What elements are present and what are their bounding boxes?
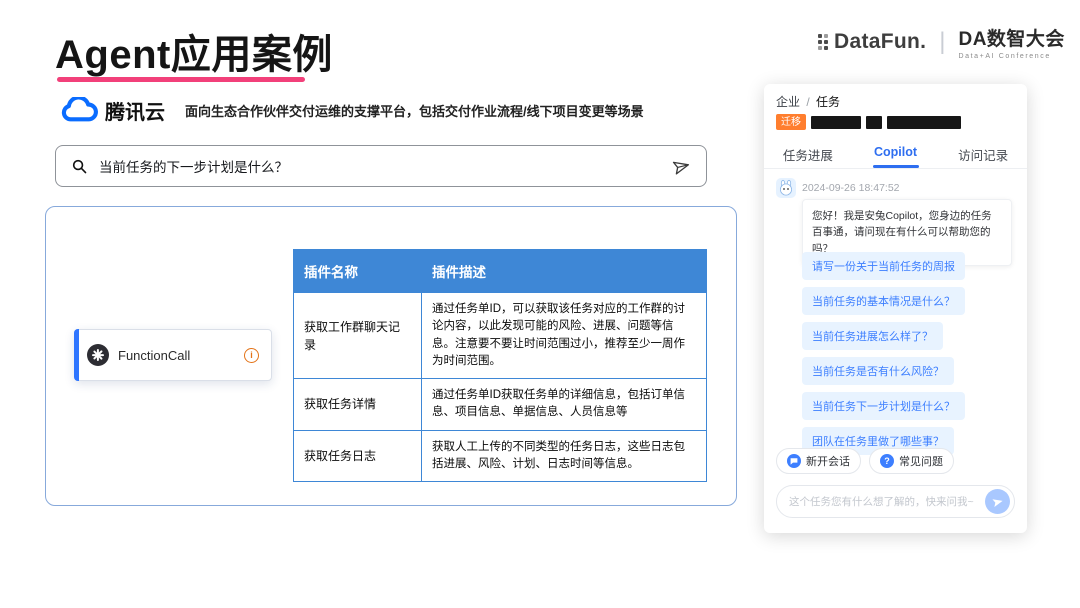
chat-input-row: [776, 485, 1015, 518]
tab-task-progress[interactable]: 任务进展: [764, 139, 852, 170]
redacted-task-title: [866, 116, 882, 129]
task-title-row: 迁移: [776, 114, 961, 130]
chat-input[interactable]: [789, 496, 985, 508]
copilot-avatar: [776, 178, 796, 198]
suggestion-item[interactable]: 当前任务进展怎么样了？: [802, 322, 943, 350]
chat-bubble-icon: [787, 454, 801, 468]
tab-access-log[interactable]: 访问记录: [939, 139, 1027, 170]
redacted-task-title: [811, 116, 861, 129]
faq-label: 常见问题: [899, 453, 943, 469]
plugin-name-cell: 获取任务日志: [294, 430, 422, 482]
function-call-label: FunctionCall: [118, 348, 190, 363]
datafun-logo-text: DataFun.: [834, 30, 926, 54]
logo-divider: |: [939, 28, 945, 56]
redacted-task-title: [887, 116, 961, 129]
search-bar: [55, 145, 707, 187]
datafun-logo: DataFun.: [818, 30, 926, 54]
breadcrumb-current: 任务: [816, 95, 840, 109]
tencent-cloud-icon: [60, 97, 98, 125]
info-icon[interactable]: i: [244, 348, 259, 363]
table-row: 获取任务日志 获取人工上传的不同类型的任务日志，这些日志包括进展、风险、计划、日…: [294, 430, 707, 482]
column-header-plugin-name: 插件名称: [294, 250, 422, 293]
conference-name: DA数智大会: [958, 24, 1064, 51]
conference-subtitle: Data+AI Conference: [958, 53, 1064, 60]
plugin-desc-cell: 通过任务单ID获取任务单的详细信息，包括订单信息、项目信息、单据信息、人员信息等: [422, 379, 707, 431]
send-icon[interactable]: [670, 154, 693, 177]
conference-logo: DA数智大会 Data+AI Conference: [958, 24, 1064, 60]
search-input[interactable]: [99, 159, 661, 174]
paper-plane-icon: [990, 494, 1005, 509]
breadcrumb-separator: /: [806, 95, 809, 109]
suggestion-item[interactable]: 请写一份关于当前任务的周报: [802, 252, 965, 280]
slide: Agent应用案例 DataFun. | DA数智大会 Data+AI Conf…: [0, 0, 1080, 608]
message-timestamp: 2024-09-26 18:47:52: [802, 182, 900, 194]
suggestion-list: 请写一份关于当前任务的周报 当前任务的基本情况是什么？ 当前任务进展怎么样了？ …: [802, 252, 965, 462]
card-accent-bar: [74, 329, 79, 381]
plugin-container: FunctionCall i 插件名称 插件描述 获取工作群聊天记录 通过任务单…: [45, 206, 737, 506]
table-header-row: 插件名称 插件描述: [294, 250, 707, 293]
suggestion-item[interactable]: 当前任务下一步计划是什么？: [802, 392, 965, 420]
title-underline: [57, 77, 305, 82]
function-call-icon: [87, 344, 109, 366]
search-icon: [71, 158, 88, 175]
plugin-table: 插件名称 插件描述 获取工作群聊天记录 通过任务单ID，可以获取该任务对应的工作…: [293, 249, 707, 482]
chat-actions: 新开会话 ? 常见问题: [776, 448, 954, 474]
plugin-name-cell: 获取任务详情: [294, 379, 422, 431]
datafun-dots-icon: [818, 34, 828, 50]
product-name: 腾讯云: [105, 96, 165, 125]
plugin-desc-cell: 获取人工上传的不同类型的任务日志，这些日志包括进展、风险、计划、日志时间等信息。: [422, 430, 707, 482]
column-header-plugin-desc: 插件描述: [422, 250, 707, 293]
function-call-card[interactable]: FunctionCall i: [74, 329, 272, 381]
status-badge: 迁移: [776, 114, 806, 130]
new-conversation-button[interactable]: 新开会话: [776, 448, 861, 474]
tabs-divider: [764, 168, 1027, 169]
breadcrumb: 企业 / 任务: [776, 93, 840, 110]
table-row: 获取任务详情 通过任务单ID获取任务单的详细信息，包括订单信息、项目信息、单据信…: [294, 379, 707, 431]
copilot-panel: 企业 / 任务 迁移 任务进展 Copilot 访问记录 2024-09-26 …: [764, 84, 1027, 533]
product-row: 腾讯云 面向生态合作伙伴交付运维的支撑平台，包括交付作业流程/线下项目变更等场景: [60, 96, 644, 125]
plugin-name-cell: 获取工作群聊天记录: [294, 293, 422, 379]
faq-button[interactable]: ? 常见问题: [869, 448, 954, 474]
plugin-desc-cell: 通过任务单ID，可以获取该任务对应的工作群的讨论内容，以此发现可能的风险、进展、…: [422, 293, 707, 379]
chat-send-button[interactable]: [985, 489, 1010, 514]
suggestion-item[interactable]: 当前任务的基本情况是什么？: [802, 287, 965, 315]
header-logos: DataFun. | DA数智大会 Data+AI Conference: [818, 22, 1065, 62]
table-row: 获取工作群聊天记录 通过任务单ID，可以获取该任务对应的工作群的讨论内容，以此发…: [294, 293, 707, 379]
suggestion-item[interactable]: 当前任务是否有什么风险？: [802, 357, 954, 385]
new-conversation-label: 新开会话: [806, 453, 850, 469]
page-title: Agent应用案例: [55, 22, 333, 80]
question-icon: ?: [880, 454, 894, 468]
product-description: 面向生态合作伙伴交付运维的支撑平台，包括交付作业流程/线下项目变更等场景: [185, 101, 644, 120]
breadcrumb-root[interactable]: 企业: [776, 95, 800, 109]
